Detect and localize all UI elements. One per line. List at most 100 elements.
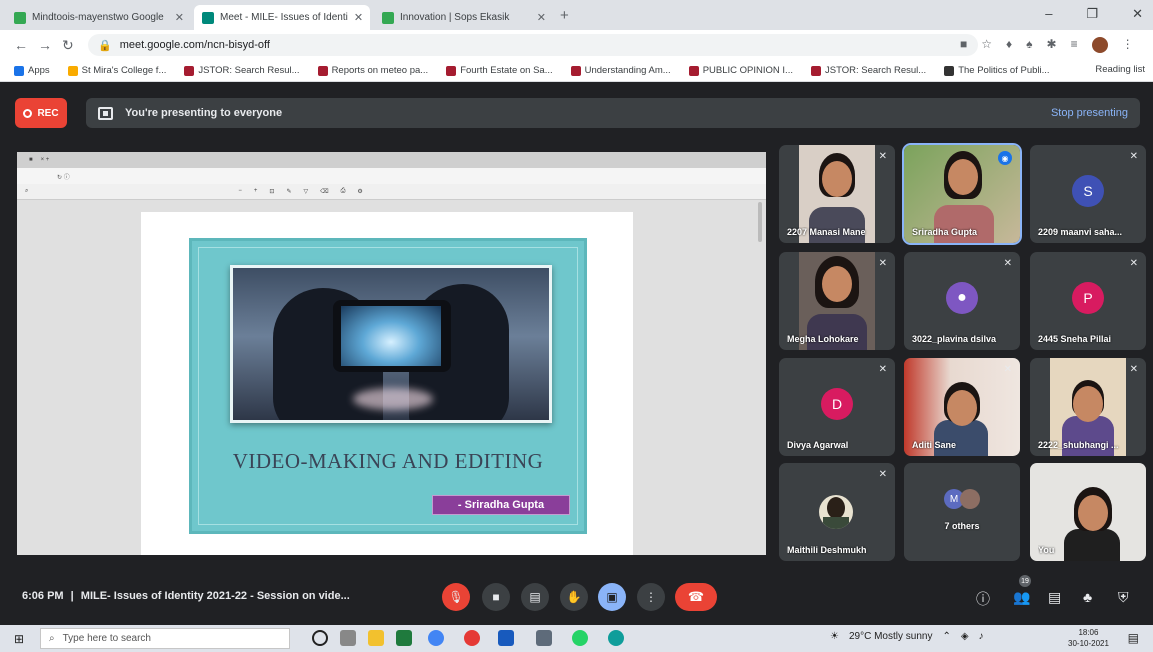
bookmark-item[interactable]: St Mira's College f... bbox=[67, 65, 166, 76]
participant-tile[interactable]: D ✕ Divya Agarwal bbox=[779, 358, 895, 456]
taskbar-clock[interactable]: 18:06 30-10-2021 bbox=[1068, 627, 1109, 649]
bookmark-apps[interactable]: Apps bbox=[14, 65, 50, 76]
back-icon[interactable]: ← bbox=[14, 37, 28, 53]
whatsapp-icon[interactable] bbox=[572, 630, 588, 646]
taskbar-search[interactable]: ⌕ Type here to search bbox=[40, 628, 290, 649]
photo-phone-screen bbox=[341, 306, 441, 366]
raise-hand-button[interactable]: ✋ bbox=[560, 583, 588, 611]
participant-tile[interactable]: You bbox=[1030, 463, 1146, 561]
bookmark-icon bbox=[446, 65, 457, 76]
presenting-banner: You're presenting to everyone Stop prese… bbox=[86, 98, 1140, 128]
stop-presenting-button[interactable]: Stop presenting bbox=[1051, 107, 1128, 119]
close-icon[interactable]: ✕ bbox=[537, 11, 546, 24]
present-now-button[interactable]: ▣ bbox=[598, 583, 626, 611]
task-view-icon[interactable] bbox=[340, 630, 356, 646]
participant-tile[interactable]: ● ✕ 3022_plavina dsilva bbox=[904, 252, 1020, 350]
mic-off-icon: ✕ bbox=[1129, 151, 1138, 162]
bookmark-item[interactable]: PUBLIC OPINION I... bbox=[688, 65, 793, 76]
bookmark-item[interactable]: Reports on meteo pa... bbox=[317, 65, 428, 76]
network-icon[interactable]: ◈ bbox=[961, 631, 969, 642]
minimize-icon[interactable]: – bbox=[1045, 6, 1052, 22]
participant-tile[interactable]: P ✕ 2445 Sneha Pillai bbox=[1030, 252, 1146, 350]
participant-initial: P bbox=[1072, 282, 1104, 314]
close-window-icon[interactable]: ✕ bbox=[1132, 6, 1143, 22]
search-placeholder: Type here to search bbox=[62, 633, 151, 644]
participant-tile[interactable]: ✕ Aditi Sane bbox=[904, 358, 1020, 456]
camera-icon[interactable]: ■ bbox=[960, 37, 967, 53]
browser-tab-3[interactable]: Innovation | Sops Ekasik ✕ bbox=[374, 5, 554, 30]
participant-tile[interactable]: ✕ 2207 Manasi Mane bbox=[779, 145, 895, 243]
reading-list-button[interactable]: Reading list bbox=[1089, 64, 1145, 75]
meeting-details-icon[interactable]: ⓘ bbox=[976, 589, 990, 609]
participant-tile[interactable]: ✕ 2222_shubhangi ... bbox=[1030, 358, 1146, 456]
chat-icon[interactable]: ▤ bbox=[1048, 589, 1061, 606]
app-icon[interactable] bbox=[464, 630, 480, 646]
participant-tile[interactable]: ✕ Maithili Deshmukh bbox=[779, 463, 895, 561]
rec-label: REC bbox=[37, 107, 59, 119]
volume-icon[interactable]: ♪ bbox=[979, 631, 984, 642]
bookmark-item[interactable]: JSTOR: Search Resul... bbox=[184, 65, 300, 76]
window-controls: – ❐ ✕ bbox=[1045, 6, 1143, 22]
mic-toggle-button[interactable]: 🎙 bbox=[442, 583, 470, 611]
windows-start-icon[interactable]: ⊞ bbox=[14, 632, 24, 646]
new-tab-icon[interactable]: + bbox=[560, 7, 569, 24]
browser-tab-2[interactable]: Meet - MILE- Issues of Identi ✕ bbox=[194, 5, 370, 30]
people-icon[interactable]: 👥 bbox=[1013, 589, 1030, 606]
shared-close-icon: × + bbox=[40, 157, 50, 163]
cortana-icon[interactable] bbox=[312, 630, 328, 646]
tray-overflow-icon[interactable]: ⌃ bbox=[942, 631, 950, 642]
meeting-info: 6:06 PM | MILE- Issues of Identity 2021-… bbox=[22, 590, 350, 602]
participant-tile[interactable]: M 7 others bbox=[904, 463, 1020, 561]
participant-name: 2207 Manasi Mane bbox=[787, 227, 866, 237]
app-icon[interactable] bbox=[536, 630, 552, 646]
meeting-info-separator: | bbox=[70, 590, 74, 602]
captions-button[interactable]: ▤ bbox=[521, 583, 549, 611]
puzzle-icon[interactable]: ✱ bbox=[1047, 37, 1057, 53]
more-options-button[interactable]: ⋮ bbox=[637, 583, 665, 611]
tab-label: Innovation | Sops Ekasik bbox=[400, 12, 510, 23]
excel-icon[interactable] bbox=[396, 630, 412, 646]
recording-indicator[interactable]: REC bbox=[15, 98, 67, 128]
bookmark-item[interactable]: Fourth Estate on Sa... bbox=[446, 65, 553, 76]
maximize-icon[interactable]: ❐ bbox=[1086, 6, 1098, 22]
address-bar[interactable]: 🔒 meet.google.com/ncn-bisyd-off bbox=[88, 34, 978, 56]
file-explorer-icon[interactable] bbox=[368, 630, 384, 646]
mic-off-icon: ✕ bbox=[1129, 258, 1138, 269]
browser-tab-1[interactable]: Mindtoois-mayenstwo Google ✕ bbox=[6, 5, 192, 30]
weather-text[interactable]: 29°C Mostly sunny bbox=[849, 631, 932, 642]
leave-call-button[interactable]: ☎ bbox=[675, 583, 717, 611]
participant-name: Sriradha Gupta bbox=[912, 227, 978, 237]
forward-icon[interactable]: → bbox=[38, 37, 52, 53]
video-figure bbox=[822, 161, 852, 197]
close-icon[interactable]: ✕ bbox=[354, 11, 363, 24]
star-icon[interactable]: ☆ bbox=[981, 37, 992, 53]
host-controls-icon[interactable]: ⛨ bbox=[1118, 589, 1129, 606]
chrome-icon[interactable] bbox=[428, 630, 444, 646]
reload-icon[interactable]: ↻ bbox=[62, 37, 74, 54]
participant-tile[interactable]: S ✕ 2209 maanvi saha... bbox=[1030, 145, 1146, 243]
mic-off-icon: ✕ bbox=[1003, 258, 1012, 269]
edge-icon[interactable] bbox=[608, 630, 624, 646]
close-icon[interactable]: ✕ bbox=[175, 11, 184, 24]
participant-tile[interactable]: ◉ Sriradha Gupta bbox=[902, 143, 1022, 245]
reading-list-icon[interactable]: ≡ bbox=[1071, 37, 1078, 53]
extension-icon[interactable]: ♠ bbox=[1026, 37, 1032, 53]
bookmark-item[interactable]: JSTOR: Search Resul... bbox=[810, 65, 926, 76]
activities-icon[interactable]: ♣ bbox=[1083, 589, 1092, 605]
camera-toggle-button[interactable]: ■ bbox=[482, 583, 510, 611]
shared-pdf-search-icon: ⌕ bbox=[25, 188, 29, 194]
extension-icons: ■ ☆ ♦ ♠ ✱ ≡ ⋮ bbox=[960, 37, 1134, 53]
participant-name: You bbox=[1038, 545, 1055, 555]
profile-avatar[interactable] bbox=[1091, 37, 1108, 53]
participant-tile[interactable]: ✕ Megha Lohokare bbox=[779, 252, 895, 350]
bookmark-item[interactable]: Understanding Am... bbox=[570, 65, 671, 76]
bookmark-item[interactable]: The Politics of Publi... bbox=[944, 65, 1050, 76]
url-text: meet.google.com/ncn-bisyd-off bbox=[119, 39, 270, 51]
weather-icon: ☀ bbox=[830, 631, 839, 642]
photo-figure bbox=[827, 497, 845, 519]
word-icon[interactable] bbox=[498, 630, 514, 646]
menu-icon[interactable]: ⋮ bbox=[1122, 37, 1134, 53]
bookmark-icon bbox=[67, 65, 78, 76]
notification-icon[interactable]: ▤ bbox=[1128, 631, 1139, 645]
extension-icon[interactable]: ♦ bbox=[1006, 37, 1012, 53]
